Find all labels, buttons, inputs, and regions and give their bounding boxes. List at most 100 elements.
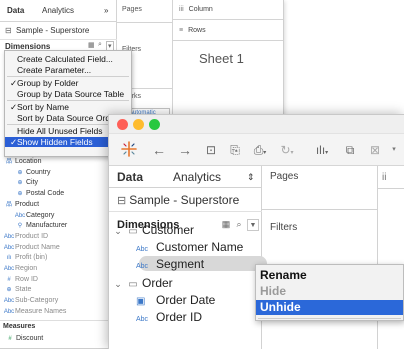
chevron-down-icon[interactable]: ⌄ [112, 275, 124, 293]
close-button[interactable] [117, 119, 128, 130]
bg-datasource[interactable]: ⊟ Sample - Superstore [0, 22, 117, 40]
clear-sheet-icon[interactable]: ⊠ [365, 140, 385, 160]
bg-tree-row[interactable]: ⊕ Country [0, 168, 51, 178]
chart-type-icon[interactable]: ılı▾ [307, 140, 337, 160]
dimensions-menu-icon[interactable]: ▼ [247, 219, 259, 231]
bg-tree-label: Region [15, 265, 38, 272]
bg-tree-row[interactable]: AbcMeasure Names [0, 307, 67, 317]
bg-menu-item[interactable]: Group by Data Source Table [5, 89, 131, 99]
back-arrow-icon[interactable]: ← [149, 140, 169, 160]
bg-tree-row[interactable]: AbcProduct Name [0, 243, 60, 253]
bg-tree-row[interactable]: ⊕ Postal Code [0, 189, 64, 199]
search-icon[interactable]: ⌕ [233, 219, 245, 231]
field-type-icon: ılı [6, 255, 12, 262]
refresh-icon[interactable]: ↻▾ [275, 140, 299, 160]
bg-tree-row[interactable]: AbcProduct ID [0, 232, 48, 242]
bg-tree-row[interactable]: ⊕ City [0, 178, 38, 188]
bg-menu-item[interactable]: ✓Sort by Name [5, 102, 131, 112]
bg-tree-label: State [15, 286, 32, 294]
divider [117, 22, 173, 23]
bg-tree-row[interactable]: AbcCategory [0, 211, 55, 221]
field-type-icon: Abc [3, 298, 15, 305]
bg-pages-title: Pages [122, 6, 142, 13]
bg-discount-row[interactable]: # Discount [0, 334, 43, 344]
minimize-button[interactable] [133, 119, 144, 130]
tree-row-label: Order Date [156, 293, 216, 307]
tableau-logo-icon[interactable] [117, 140, 141, 160]
bg-tree-label: Manufacturer [26, 222, 68, 230]
tab-analytics[interactable]: Analytics [173, 170, 221, 184]
bg-menu-item-label: Sort by Data Source Order [17, 113, 118, 123]
bg-tree-row[interactable]: AbcRegion [0, 264, 37, 274]
field-type-icon: ⊕ [17, 169, 23, 176]
field-type-icon: ⊕ [17, 191, 23, 198]
bg-grid-icon[interactable]: ▦ [88, 41, 95, 49]
bg-tree-label: City [26, 179, 39, 187]
bg-tab-arrow[interactable]: » [104, 6, 108, 15]
context-menu-item-rename[interactable]: Rename [256, 268, 403, 283]
datasource-row[interactable]: ⊟ Sample - Superstore [109, 188, 262, 212]
bg-menu-item-label: Sort by Name [17, 102, 69, 112]
tree-row-segment[interactable]: Abc Segment [136, 255, 204, 273]
new-sheet-icon[interactable]: ⎙▾ [249, 140, 271, 160]
save-icon[interactable]: ⊡ [201, 140, 221, 160]
field-type-icon: 品 [5, 159, 12, 165]
bg-tree-row[interactable]: ⊕ State [0, 285, 31, 295]
forward-arrow-icon[interactable]: → [175, 140, 195, 160]
tab-switch-icon[interactable]: ⇕ [247, 172, 255, 183]
title-bar [109, 115, 404, 134]
bg-tree-label: Country [26, 168, 51, 176]
bg-tree-row[interactable]: 品 Product [0, 200, 39, 210]
tree-row-customer[interactable]: ⌄ ▭ Customer [112, 221, 194, 239]
columns-icon: ii [382, 172, 387, 183]
bg-menu-item-label: Group by Data Source Table [17, 89, 125, 99]
toolbar: ← → ⊡ ⎘ ⎙▾ ↻▾ ılı▾ ⧉ ⊠ ▾ [109, 134, 404, 166]
bg-menu-item[interactable]: Create Parameter... [5, 65, 131, 75]
toolbar-more-icon[interactable]: ▾ [389, 140, 399, 160]
field-type-icon: 品 [5, 201, 12, 208]
tree-row-order-id[interactable]: Abc Order ID [136, 308, 202, 326]
rows-icon: ≡ [179, 27, 184, 34]
tab-data[interactable]: Data [117, 170, 143, 184]
field-type-icon: Abc [3, 266, 15, 272]
tree-row-label: Customer Name [156, 240, 244, 254]
tree-row-customer-name[interactable]: Abc Customer Name [136, 238, 243, 256]
bg-tab-analytics[interactable]: Analytics [42, 6, 74, 15]
context-menu-item-unhide[interactable]: Unhide [256, 300, 403, 315]
field-type-icon: ⚲ [17, 223, 23, 230]
tree-row-order[interactable]: ⌄ ▭ Order [112, 274, 173, 293]
bg-menu-item-label: Group by Folder [17, 78, 79, 88]
bg-search-icon[interactable]: ⌕ [98, 41, 102, 49]
highlight-icon[interactable]: ⧉ [339, 140, 361, 160]
tree-row-label: Segment [156, 257, 205, 271]
bg-tree-label: Category [26, 211, 55, 219]
grid-view-icon[interactable]: ▦ [220, 219, 232, 231]
zoom-button[interactable] [149, 119, 160, 130]
measure-hash-icon: # [8, 336, 12, 342]
bg-rows-shelf[interactable]: ≡ Rows [173, 21, 283, 41]
field-context-menu: Rename Hide Unhide [255, 264, 404, 321]
chevron-down-icon[interactable]: ⌄ [112, 222, 124, 240]
filters-title: Filters [270, 222, 298, 233]
data-pane-tabs: Data Analytics ⇕ [109, 166, 262, 188]
bg-tree-row[interactable]: 品 Location [0, 157, 41, 167]
bg-tree-label: Product ID [15, 232, 49, 240]
bg-tab-strip: Data Analytics » [0, 0, 117, 22]
bg-columns-shelf[interactable]: iii Column [173, 0, 283, 20]
bg-tree-row[interactable]: ⚲ Manufacturer [0, 221, 67, 231]
shelves-pane: Pages Filters [262, 166, 378, 349]
field-type-icon: Abc [3, 244, 15, 251]
bg-tree-label: Row ID [15, 275, 38, 283]
menu-separator [7, 100, 129, 101]
bg-tab-data[interactable]: Data [7, 6, 24, 15]
bg-menu-item[interactable]: Create Calculated Field... [5, 54, 131, 64]
new-datasource-icon[interactable]: ⎘ [225, 140, 245, 160]
bg-menu-item-label: Show Hidden Fields [17, 137, 93, 147]
bg-menu-item[interactable]: ✓Group by Folder [5, 78, 131, 88]
bg-menu-item-label: Create Parameter... [17, 65, 92, 75]
bg-tree-row[interactable]: ılı Profit (bin) [0, 253, 48, 263]
tree-row-order-date[interactable]: ▣ Order Date [136, 291, 215, 309]
bg-tree-row[interactable]: # Row ID [0, 275, 38, 285]
bg-tree-row[interactable]: AbcSub-Category [0, 296, 58, 306]
tree-row-label: Order [142, 276, 173, 290]
